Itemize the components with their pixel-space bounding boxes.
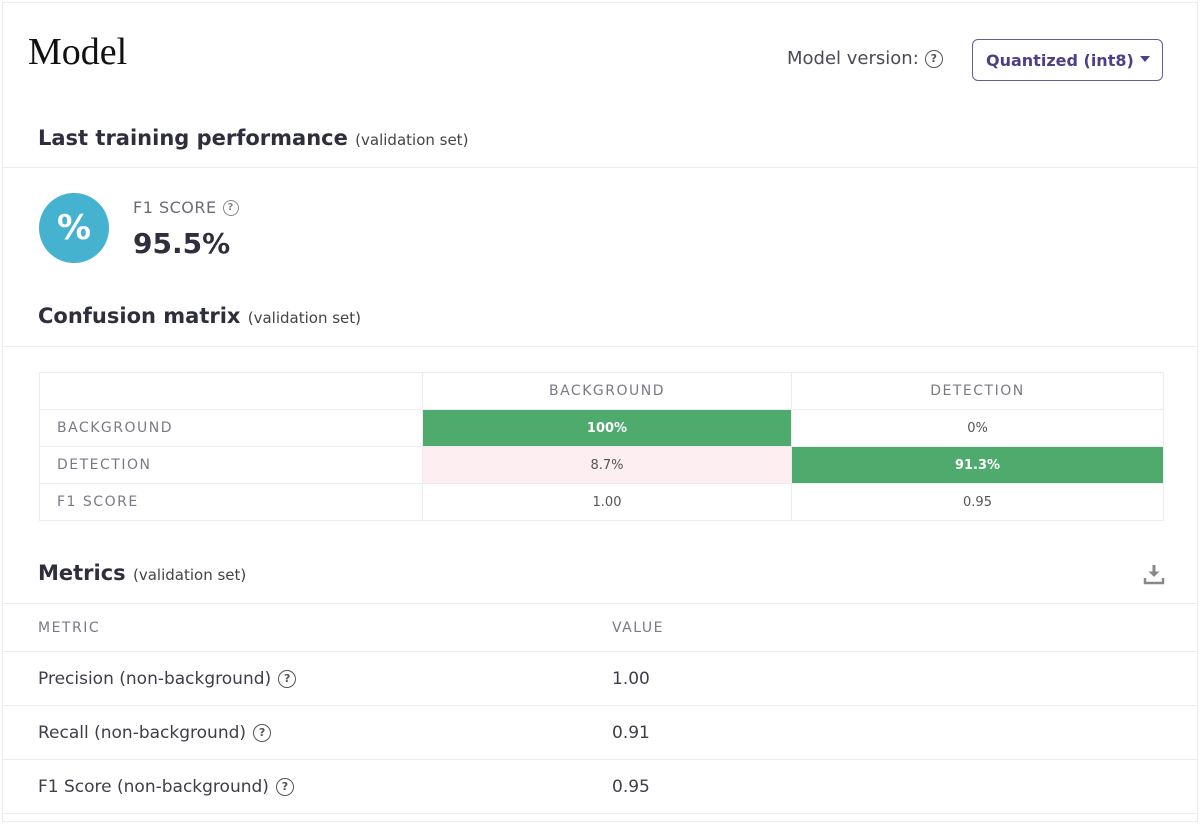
row-label: F1 SCORE bbox=[39, 483, 423, 521]
metrics-header-row: METRIC VALUE bbox=[2, 603, 1198, 652]
row-label: DETECTION bbox=[39, 446, 423, 484]
model-version-text: Model version: bbox=[787, 48, 919, 69]
model-version-select[interactable]: Quantized (int8) bbox=[972, 39, 1163, 81]
table-row: Precision (non-background)? 1.00 bbox=[2, 651, 1198, 706]
divider bbox=[2, 346, 1198, 347]
matrix-cell: 8.7% bbox=[422, 446, 792, 484]
confusion-section-title: Confusion matrix (validation set) bbox=[38, 304, 361, 328]
f1-score-value: 95.5% bbox=[133, 227, 231, 260]
caret-down-icon bbox=[1140, 56, 1150, 62]
metrics-table: METRIC VALUE Precision (non-background)?… bbox=[2, 603, 1198, 814]
corner-cell bbox=[39, 372, 423, 410]
f1-score-label: F1 SCORE ? bbox=[133, 198, 239, 217]
training-subtitle: (validation set) bbox=[355, 131, 469, 149]
model-version-label: Model version: ? bbox=[787, 48, 943, 69]
confusion-title: Confusion matrix bbox=[38, 304, 241, 328]
matrix-cell: 0.95 bbox=[791, 483, 1164, 521]
question-circle-icon[interactable]: ? bbox=[278, 669, 297, 688]
metrics-section-title: Metrics (validation set) bbox=[38, 561, 246, 585]
metric-value: 0.95 bbox=[612, 759, 1198, 814]
metric-name-text: Recall (non-background) bbox=[38, 722, 247, 743]
training-title: Last training performance bbox=[38, 126, 348, 150]
download-icon[interactable] bbox=[1143, 563, 1165, 585]
f1-label-text: F1 SCORE bbox=[133, 198, 217, 217]
confusion-subtitle: (validation set) bbox=[247, 309, 362, 327]
metric-name-text: Precision (non-background) bbox=[38, 668, 272, 689]
confusion-row: BACKGROUND 100% 0% bbox=[39, 409, 1164, 447]
metric-value: 0.91 bbox=[612, 705, 1198, 760]
metric-name: Precision (non-background)? bbox=[38, 668, 297, 689]
metrics-subtitle: (validation set) bbox=[133, 566, 247, 584]
confusion-header-row: BACKGROUND DETECTION bbox=[39, 372, 1164, 410]
question-circle-icon[interactable]: ? bbox=[924, 49, 943, 68]
confusion-row: DETECTION 8.7% 91.3% bbox=[39, 446, 1164, 484]
question-circle-icon[interactable]: ? bbox=[253, 723, 272, 742]
table-row: Recall (non-background)? 0.91 bbox=[2, 705, 1198, 760]
metric-column-header: METRIC bbox=[2, 603, 612, 652]
model-version-value: Quantized (int8) bbox=[986, 50, 1134, 70]
column-header: DETECTION bbox=[791, 372, 1164, 410]
metric-name: Recall (non-background)? bbox=[38, 722, 272, 743]
metric-name-text: F1 Score (non-background) bbox=[38, 776, 269, 797]
matrix-cell: 1.00 bbox=[422, 483, 792, 521]
metric-name: F1 Score (non-background)? bbox=[38, 777, 294, 797]
value-column-header: VALUE bbox=[612, 603, 1198, 652]
metrics-title: Metrics bbox=[38, 561, 126, 585]
divider bbox=[2, 167, 1198, 168]
confusion-matrix: BACKGROUND DETECTION BACKGROUND 100% 0% … bbox=[39, 372, 1164, 521]
column-header: BACKGROUND bbox=[422, 372, 792, 410]
matrix-cell: 91.3% bbox=[791, 446, 1164, 484]
matrix-cell: 0% bbox=[791, 409, 1164, 447]
question-circle-icon[interactable]: ? bbox=[222, 199, 239, 216]
question-circle-icon[interactable]: ? bbox=[275, 777, 294, 796]
page-title: Model bbox=[28, 31, 128, 73]
confusion-row: F1 SCORE 1.00 0.95 bbox=[39, 483, 1164, 521]
percent-icon: % bbox=[39, 193, 109, 263]
metric-value: 1.00 bbox=[612, 651, 1198, 706]
row-label: BACKGROUND bbox=[39, 409, 423, 447]
matrix-cell: 100% bbox=[422, 409, 792, 447]
table-row: F1 Score (non-background)? 0.95 bbox=[2, 759, 1198, 814]
training-section-title: Last training performance (validation se… bbox=[38, 126, 468, 150]
